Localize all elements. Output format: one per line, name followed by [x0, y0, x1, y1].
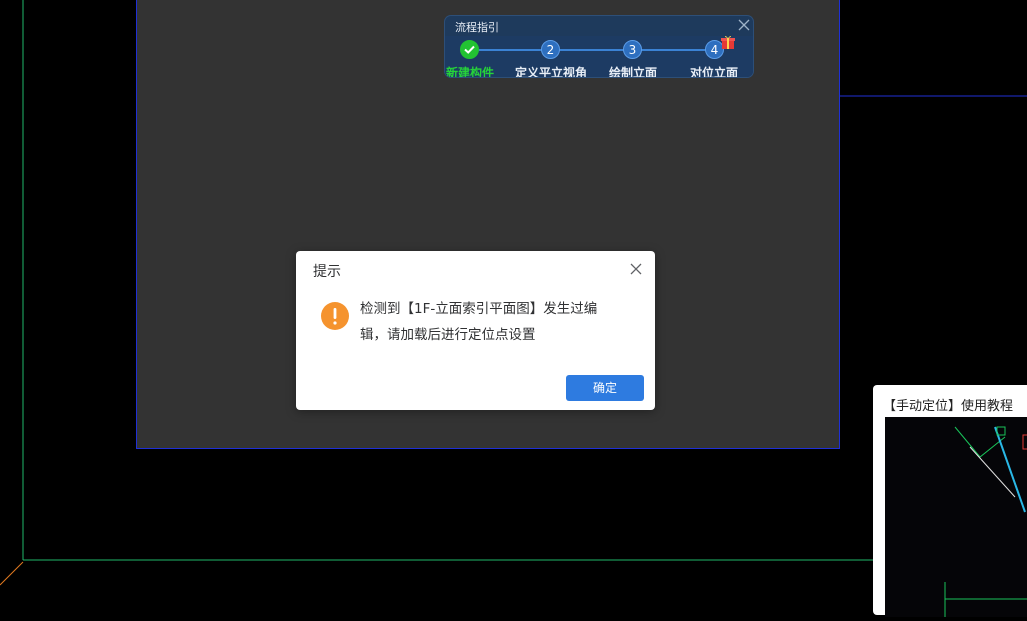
dialog-title: 提示 — [313, 264, 341, 280]
process-guide-panel: 流程指引 新建构件 2 定义平立视角 3 绘制立面 4 对位立面 — [445, 16, 753, 77]
guide-steps: 新建构件 2 定义平立视角 3 绘制立面 4 对位立面 — [445, 36, 753, 77]
dialog-message: 检测到【1F-立面索引平面图】发生过编辑，请加载后进行定位点设置 — [360, 301, 598, 343]
step-1-label[interactable]: 新建构件 — [446, 64, 494, 77]
guide-title: 流程指引 — [455, 21, 499, 34]
tutorial-title: 【手动定位】使用教程 — [883, 399, 1014, 414]
step-1-check-icon[interactable] — [460, 40, 479, 59]
alert-dialog: 提示 检测到【1F-立面索引平面图】发生过编辑，请加载后进行定位点设置 确定 — [296, 251, 655, 410]
cad-line — [0, 561, 24, 586]
gift-icon[interactable] — [720, 34, 736, 50]
step-2-number[interactable]: 2 — [541, 40, 560, 59]
tutorial-preview-image[interactable] — [885, 417, 1027, 617]
manual-positioning-tutorial-panel: 【手动定位】使用教程 — [873, 385, 1027, 617]
step-2-label[interactable]: 定义平立视角 — [515, 64, 587, 77]
step-3-number[interactable]: 3 — [623, 40, 642, 59]
warning-icon — [321, 302, 349, 330]
step-4-label[interactable]: 对位立面 — [690, 64, 738, 77]
confirm-button[interactable]: 确定 — [566, 375, 644, 401]
close-icon[interactable] — [629, 262, 643, 276]
guide-progress-line — [470, 49, 715, 51]
close-icon[interactable] — [737, 18, 751, 32]
step-3-label[interactable]: 绘制立面 — [609, 64, 657, 77]
